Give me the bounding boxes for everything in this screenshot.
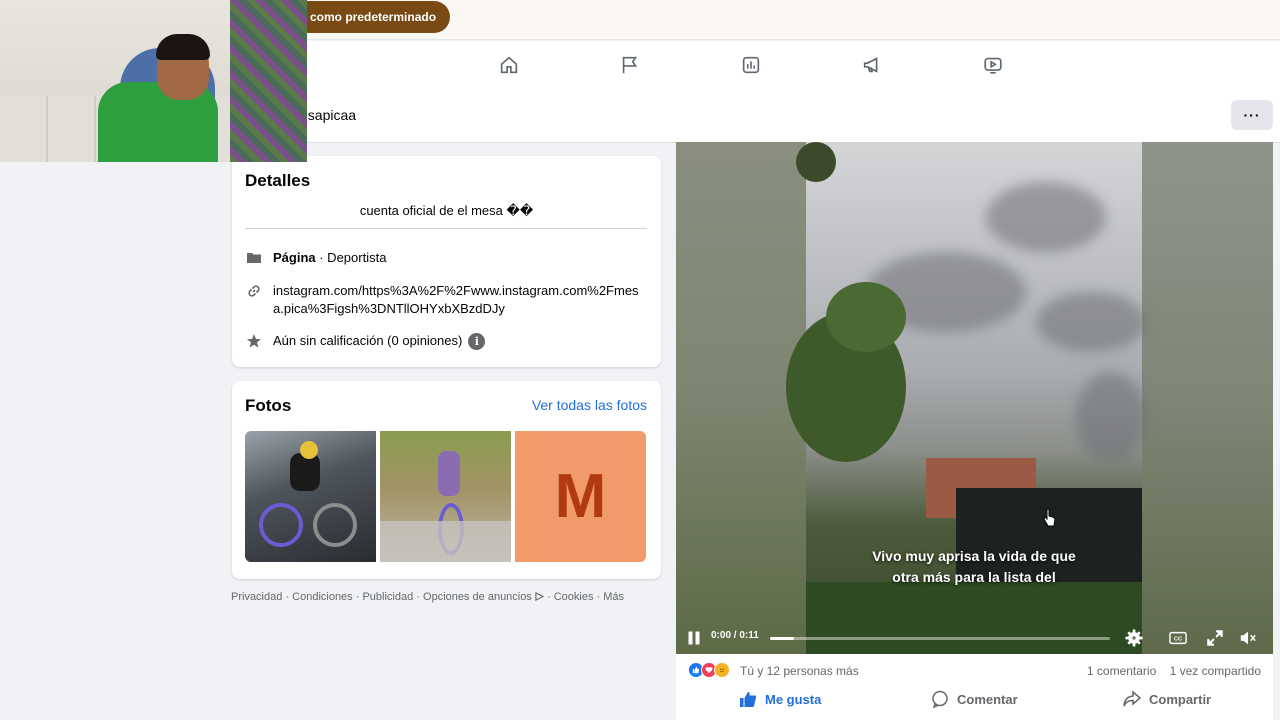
photo-thumbnail-3[interactable]: M bbox=[515, 431, 646, 562]
reaction-icons[interactable] bbox=[688, 662, 730, 678]
fullscreen-icon[interactable] bbox=[1206, 628, 1224, 648]
video-tree bbox=[796, 142, 836, 182]
footer-links: Privacidad · Condiciones · Publicidad · … bbox=[231, 591, 625, 603]
insights-icon[interactable] bbox=[739, 53, 763, 77]
photo-bike-wheel bbox=[259, 503, 303, 547]
home-icon[interactable] bbox=[497, 53, 521, 77]
video-progress-bar[interactable] bbox=[770, 637, 1110, 640]
webcam-wall bbox=[230, 0, 307, 162]
photo-thumbnail-2[interactable] bbox=[380, 431, 511, 562]
closed-captions-icon[interactable]: CC bbox=[1168, 628, 1188, 648]
divider bbox=[245, 228, 647, 229]
share-button[interactable]: Compartir bbox=[1123, 688, 1211, 710]
folder-icon bbox=[245, 249, 263, 267]
photo-bike-wheel bbox=[313, 503, 357, 547]
video-cloud bbox=[986, 182, 1106, 252]
share-label: Compartir bbox=[1149, 691, 1212, 707]
thumbs-up-icon bbox=[740, 692, 757, 707]
category-name: · Deportista bbox=[315, 250, 387, 265]
subtitle-line-1: Vivo muy aprisa la vida de que bbox=[872, 548, 1076, 564]
post-actions: Tú y 12 personas más 1 comentario 1 vez … bbox=[676, 654, 1273, 720]
pause-icon[interactable] bbox=[686, 628, 702, 648]
video-subtitle: Vivo muy aprisa la vida de que otra más … bbox=[806, 546, 1142, 588]
video-cloud bbox=[1076, 372, 1146, 462]
video-icon[interactable] bbox=[981, 53, 1005, 77]
reactions-count[interactable]: Tú y 12 personas más bbox=[740, 664, 859, 678]
video-blur-right bbox=[1142, 142, 1273, 654]
video-time: 0:00 / 0:11 bbox=[711, 630, 759, 641]
page-bio: cuenta oficial de el mesa �� bbox=[359, 203, 534, 218]
page-title[interactable]: esapicaa bbox=[300, 107, 356, 123]
category-type: Página bbox=[273, 250, 316, 265]
link-row: instagram.com/https%3A%2F%2Fwww.instagra… bbox=[245, 282, 650, 318]
footer-link-cookies[interactable]: Cookies bbox=[554, 591, 594, 603]
footer-link-privacy[interactable]: Privacidad bbox=[231, 591, 282, 603]
video-cloud bbox=[1036, 292, 1146, 352]
footer-link-ad-choices[interactable]: Opciones de anuncios bbox=[423, 591, 532, 603]
comment-label: Comentar bbox=[957, 691, 1018, 707]
photo-road bbox=[380, 521, 511, 562]
photos-card: Fotos Ver todas las fotos M bbox=[232, 381, 661, 579]
see-all-photos-link[interactable]: Ver todas las fotos bbox=[532, 397, 647, 413]
set-default-button[interactable]: como predeterminado bbox=[292, 1, 451, 33]
like-button[interactable]: Me gusta bbox=[739, 688, 821, 710]
info-icon[interactable]: i bbox=[468, 333, 486, 351]
webcam-overlay bbox=[0, 0, 307, 162]
care-reaction-icon bbox=[714, 662, 730, 678]
star-icon bbox=[245, 332, 263, 350]
shares-count[interactable]: 1 vez compartido bbox=[1170, 664, 1261, 678]
photo-rider bbox=[290, 453, 320, 491]
details-card: Detalles cuenta oficial de el mesa �� Pá… bbox=[232, 156, 661, 367]
rating-text: Aún sin calificación (0 opiniones) bbox=[273, 333, 463, 348]
link-icon bbox=[245, 282, 263, 300]
comment-icon bbox=[932, 690, 948, 708]
more-options-button[interactable]: ··· bbox=[1231, 100, 1273, 130]
rating-row: Aún sin calificación (0 opiniones) i bbox=[245, 332, 486, 351]
photo-letter-logo: M bbox=[554, 462, 607, 531]
video-tree bbox=[826, 282, 906, 352]
instagram-link[interactable]: instagram.com/https%3A%2F%2Fwww.instagra… bbox=[273, 282, 649, 318]
photo-face-sticker bbox=[300, 441, 318, 459]
photo-thumbnail-1[interactable] bbox=[245, 431, 376, 562]
photos-title: Fotos bbox=[245, 396, 292, 415]
photo-rider bbox=[438, 451, 460, 496]
mute-icon[interactable] bbox=[1238, 628, 1258, 648]
comment-button[interactable]: Comentar bbox=[931, 688, 1018, 710]
details-title: Detalles bbox=[245, 171, 311, 190]
subtitle-line-2: otra más para la lista del bbox=[892, 569, 1056, 585]
footer-link-terms[interactable]: Condiciones bbox=[292, 591, 353, 603]
comments-count[interactable]: 1 comentario bbox=[1087, 664, 1156, 678]
webcam-person-hair bbox=[156, 34, 210, 60]
megaphone-icon[interactable] bbox=[860, 53, 884, 77]
share-icon bbox=[1123, 690, 1141, 707]
category-row: Página · Deportista bbox=[245, 249, 386, 267]
video-progress-fill bbox=[770, 637, 794, 640]
settings-gear-icon[interactable] bbox=[1124, 628, 1144, 648]
svg-text:CC: CC bbox=[1174, 637, 1183, 643]
footer-link-advertising[interactable]: Publicidad bbox=[362, 591, 413, 603]
video-controls: 0:00 / 0:11 CC bbox=[676, 622, 1273, 654]
video-player[interactable]: Vivo muy aprisa la vida de que otra más … bbox=[676, 142, 1273, 654]
flag-icon[interactable] bbox=[618, 53, 642, 77]
ad-choices-icon bbox=[535, 592, 545, 601]
engagement-counts: 1 comentario 1 vez compartido bbox=[1077, 664, 1261, 678]
footer-link-more[interactable]: Más bbox=[603, 591, 624, 603]
mouse-pointer-icon bbox=[1043, 508, 1056, 527]
like-label: Me gusta bbox=[765, 691, 822, 707]
